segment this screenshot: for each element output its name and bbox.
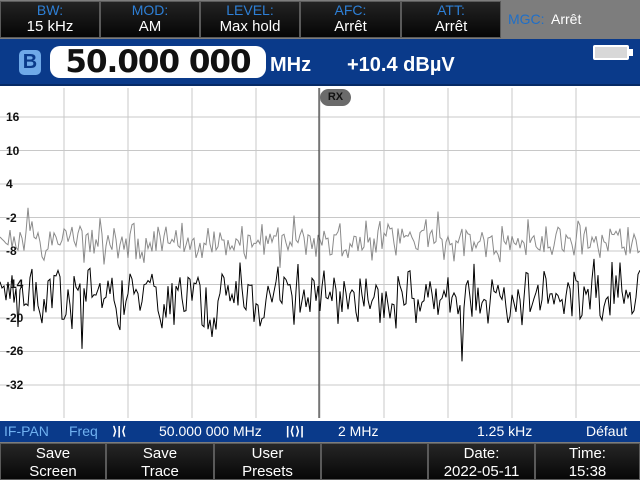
user-presets-button[interactable]: User Presets — [214, 443, 321, 480]
mgc-label: MGC: — [508, 11, 545, 27]
modulation-value: AM — [138, 18, 162, 35]
modulation-button[interactable]: MOD: AM — [100, 1, 200, 38]
mgc-indicator[interactable]: MGC: Arrêt — [502, 1, 640, 38]
frequency-display[interactable]: 50.000 000 — [50, 46, 266, 78]
softkey-label-bottom: Trace — [141, 463, 179, 480]
modulation-label: MOD: — [131, 2, 169, 18]
battery-tip — [629, 49, 633, 56]
y-tick-10: 10 — [6, 144, 20, 158]
softkey-label-top: Save — [35, 445, 71, 462]
afc-label: AFC: — [334, 2, 367, 18]
attenuator-value: Arrêt — [434, 18, 468, 35]
softkey-label-top: Time: — [569, 445, 606, 462]
center-freq-icon: ⟩|⟨ — [112, 424, 127, 438]
y-tick-minus8: -8 — [6, 244, 17, 258]
bandwidth-label: BW: — [36, 2, 64, 18]
y-tick-minus2: -2 — [6, 211, 17, 225]
save-trace-button[interactable]: Save Trace — [106, 443, 214, 480]
softkey-label-top: User — [251, 445, 284, 462]
bandwidth-value: 15 kHz — [26, 18, 74, 35]
level-label: LEVEL: — [226, 2, 274, 18]
softkey-label-bottom: 15:38 — [568, 463, 607, 480]
signal-level-readout: +10.4 dBµV — [347, 54, 455, 76]
status-bar: IF-PAN Freq ⟩|⟨ 50.000 000 MHz |⟨⟩| 2 MH… — [0, 421, 640, 442]
softkey-label-bottom: Presets — [242, 463, 293, 480]
y-tick-minus20: -20 — [6, 311, 24, 325]
level-button[interactable]: LEVEL: Max hold — [200, 1, 300, 38]
empty-softkey[interactable] — [321, 443, 428, 480]
parameter-bar: BW: 15 kHz MOD: AM LEVEL: Max hold AFC: … — [0, 0, 640, 39]
afc-button[interactable]: AFC: Arrêt — [300, 1, 401, 38]
frequency-bar: B 50.000 000 MHz +10.4 dBµV — [0, 39, 640, 86]
y-tick-minus26: -26 — [6, 344, 24, 358]
y-tick-minus14: -14 — [6, 277, 24, 291]
preset-value: Défaut — [586, 423, 628, 439]
y-tick-16: 16 — [6, 110, 20, 124]
attenuator-button[interactable]: ATT: Arrêt — [401, 1, 501, 38]
softkey-label-bottom: Screen — [29, 463, 77, 480]
span-icon: |⟨⟩| — [286, 424, 304, 438]
date-softkey[interactable]: Date: 2022-05-11 — [428, 443, 535, 480]
softkey-bar: Save Screen Save Trace User Presets Date… — [0, 442, 640, 480]
spectrum-plot — [0, 88, 640, 418]
center-frequency: 50.000 000 MHz — [159, 423, 262, 439]
spectrum-grid — [0, 88, 640, 418]
frequency-unit: MHz — [270, 54, 312, 76]
afc-value: Arrêt — [334, 18, 367, 35]
level-value: Max hold — [219, 18, 281, 35]
mgc-value: Arrêt — [551, 11, 582, 27]
resolution-value: 1.25 kHz — [477, 423, 533, 439]
freq-label: Freq — [69, 423, 98, 439]
softkey-label-bottom: 2022-05-11 — [443, 463, 520, 480]
spectrum-display[interactable]: 16 10 4 -2 -8 -14 -20 -26 -32 RX — [0, 88, 640, 418]
y-tick-4: 4 — [6, 177, 13, 191]
y-tick-minus32: -32 — [6, 378, 24, 392]
softkey-label-top: Date: — [463, 445, 500, 462]
span-value: 2 MHz — [338, 423, 379, 439]
receiver-b-icon[interactable]: B — [19, 50, 41, 75]
rx-marker-badge[interactable]: RX — [320, 89, 351, 106]
time-softkey[interactable]: Time: 15:38 — [535, 443, 640, 480]
softkey-label-top: Save — [142, 445, 178, 462]
bandwidth-button[interactable]: BW: 15 kHz — [0, 1, 100, 38]
battery-icon — [593, 45, 629, 60]
attenuator-label: ATT: — [437, 2, 465, 18]
save-screen-button[interactable]: Save Screen — [0, 443, 106, 480]
ifpan-mode[interactable]: IF-PAN — [4, 421, 49, 442]
